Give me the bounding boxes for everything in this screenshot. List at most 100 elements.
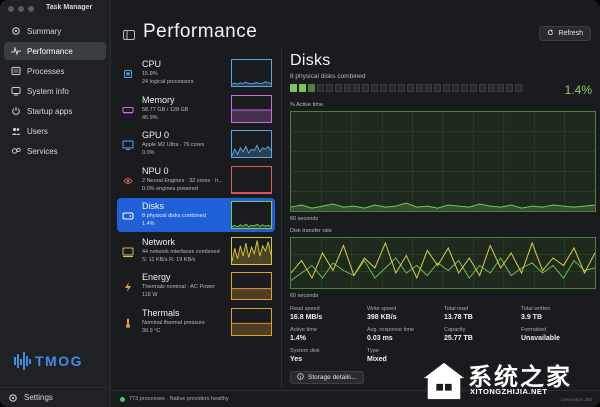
app-title: Task Manager <box>46 4 93 11</box>
stat-read-speed: Read speed 16.8 MB/s <box>290 306 366 321</box>
usage-segment <box>362 84 369 92</box>
usage-segment <box>470 84 477 92</box>
house-logo-icon <box>423 362 465 400</box>
stat-value: 13.78 TB <box>444 314 473 321</box>
sidebar-item-label: Services <box>27 146 58 156</box>
stat-avg-response-time: Avg. response time 0.03 ms <box>367 327 443 342</box>
stat-capacity: Capacity 25.77 TB <box>444 327 520 342</box>
device-thumbnail-graph <box>231 201 272 229</box>
usage-segment <box>506 84 513 92</box>
device-disks[interactable]: Disks 8 physical disks combined 1.4% <box>117 198 275 232</box>
usage-segment <box>461 84 468 92</box>
sidebar-toggle-icon[interactable] <box>123 27 135 40</box>
sidebar-item-label: Startup apps <box>27 106 73 116</box>
close-window-button[interactable] <box>8 6 14 12</box>
zoom-window-button[interactable] <box>28 6 34 12</box>
active-time-graph <box>290 111 596 212</box>
stat-value: 25.77 TB <box>444 335 473 342</box>
device-detail-line1: Apple M2 Ultra · 76 cores <box>142 142 205 148</box>
device-gpu-0[interactable]: GPU 0 Apple M2 Ultra · 76 cores 0.0% <box>117 127 275 161</box>
usage-segment <box>416 84 423 92</box>
sidebar-item-services[interactable]: Services <box>4 142 106 160</box>
sidebar-item-processes[interactable]: Processes <box>4 62 106 80</box>
page-title: Performance <box>143 21 258 42</box>
device-thermals[interactable]: Thermals Nominal thermal pressure 39.9 °C <box>117 305 275 339</box>
sidebar-item-label: Users <box>27 126 48 136</box>
stat-formatted: Formatted Unavailable <box>521 327 597 342</box>
sidebar-item-startup-apps[interactable]: Startup apps <box>4 102 106 120</box>
refresh-label: Refresh <box>558 30 583 37</box>
device-energy[interactable]: Energy Thermals nominal · AC Power 118 W <box>117 269 275 303</box>
storage-details-label: Storage details... <box>308 374 357 381</box>
usage-segment <box>479 84 486 92</box>
device-list: CPU 15.9% 24 logical processors Memory 58.77… <box>117 56 277 386</box>
usage-segment <box>497 84 504 92</box>
device-thumbnail-graph <box>231 272 272 300</box>
usage-segment <box>317 84 324 92</box>
usage-segment <box>290 84 297 92</box>
device-thumbnail-graph <box>231 94 272 123</box>
settings-label: Settings <box>24 393 53 402</box>
device-detail-line1: 2 Neural Engines · 32 cores · h... <box>142 177 223 184</box>
device-detail-line2: 24 logical processors <box>142 79 194 85</box>
device-detail-line2: 45.9% <box>142 114 158 121</box>
usage-segment <box>488 84 495 92</box>
device-npu-0[interactable]: NPU 02 Neural Engines · 32 cores · h... 0… <box>117 163 275 197</box>
usage-segment <box>452 84 459 92</box>
device-detail-line1: 58.77 GB / 128 GB <box>142 106 189 113</box>
sidebar-item-performance[interactable]: Performance <box>4 42 106 60</box>
gear-icon <box>8 393 18 403</box>
device-memory[interactable]: Memory 58.77 GB / 128 GB 45.9% <box>117 92 275 126</box>
storage-details-button[interactable]: Storage details... <box>290 371 364 384</box>
usage-segment <box>515 84 522 92</box>
tmog-logo: TMOG <box>13 350 99 372</box>
device-detail-line1: 15.9% <box>142 71 158 77</box>
graph-active-timespan: 60 seconds <box>290 216 319 222</box>
stat-total-read: Total read 13.78 TB <box>444 306 520 321</box>
usage-segment <box>335 84 342 92</box>
refresh-icon <box>547 29 554 38</box>
sidebar-item-label: Processes <box>27 66 65 76</box>
usage-segment <box>434 84 441 92</box>
energy-icon <box>122 280 134 292</box>
sidebar-item-system-info[interactable]: System info <box>4 82 106 100</box>
device-name: Network <box>142 236 176 247</box>
stat-label: Active time <box>290 327 317 333</box>
power-icon <box>11 106 21 116</box>
device-name: Disks <box>142 201 164 211</box>
usage-segment <box>389 84 396 92</box>
stat-label: Avg. response time <box>367 327 414 333</box>
disk-icon <box>122 209 134 221</box>
stat-system-disk: System disk Yes <box>290 348 366 363</box>
device-name: Energy <box>142 272 171 282</box>
device-detail-line2: S: 11 KB/s R: 19 KB/s <box>142 256 196 263</box>
stat-label: Total written <box>521 306 551 312</box>
sidebar-item-users[interactable]: Users <box>4 122 106 140</box>
stat-value: 1.4% <box>290 335 306 342</box>
stat-label: Read speed <box>290 306 320 312</box>
stat-label: Formatted <box>521 327 547 333</box>
minimize-window-button[interactable] <box>18 6 24 12</box>
usage-segment <box>353 84 360 92</box>
info-icon <box>297 373 304 382</box>
stat-total-written: Total written 3.9 TB <box>521 306 597 321</box>
device-network[interactable]: Network 44 network interfaces combined S: … <box>117 234 275 268</box>
detail-title: Disks <box>290 52 331 69</box>
settings-button[interactable]: Settings <box>0 387 111 407</box>
usage-segments <box>290 84 522 92</box>
refresh-button[interactable]: Refresh <box>539 26 591 41</box>
transfer-rate-graph <box>290 237 596 289</box>
stat-write-speed: Write speed 398 KB/s <box>367 306 443 321</box>
usage-segment <box>407 84 414 92</box>
graph-active-label: % Active time <box>290 102 324 108</box>
stat-label: Type <box>367 348 379 354</box>
watermark-url: XITONGZHIJIA.NET <box>470 387 548 396</box>
sidebar-item-summary[interactable]: Summary <box>4 22 106 40</box>
device-cpu[interactable]: CPU 15.9% 24 logical processors <box>117 56 275 90</box>
task-manager-window: Task Manager Summary Performance Process… <box>0 0 600 407</box>
thermometer-icon <box>122 316 134 328</box>
sidebar: Task Manager Summary Performance Process… <box>0 0 111 407</box>
detail-subtitle: 8 physical disks combined <box>290 73 366 80</box>
cpu-icon <box>122 67 134 79</box>
device-detail-line1: Thermals nominal · AC Power <box>142 284 216 290</box>
